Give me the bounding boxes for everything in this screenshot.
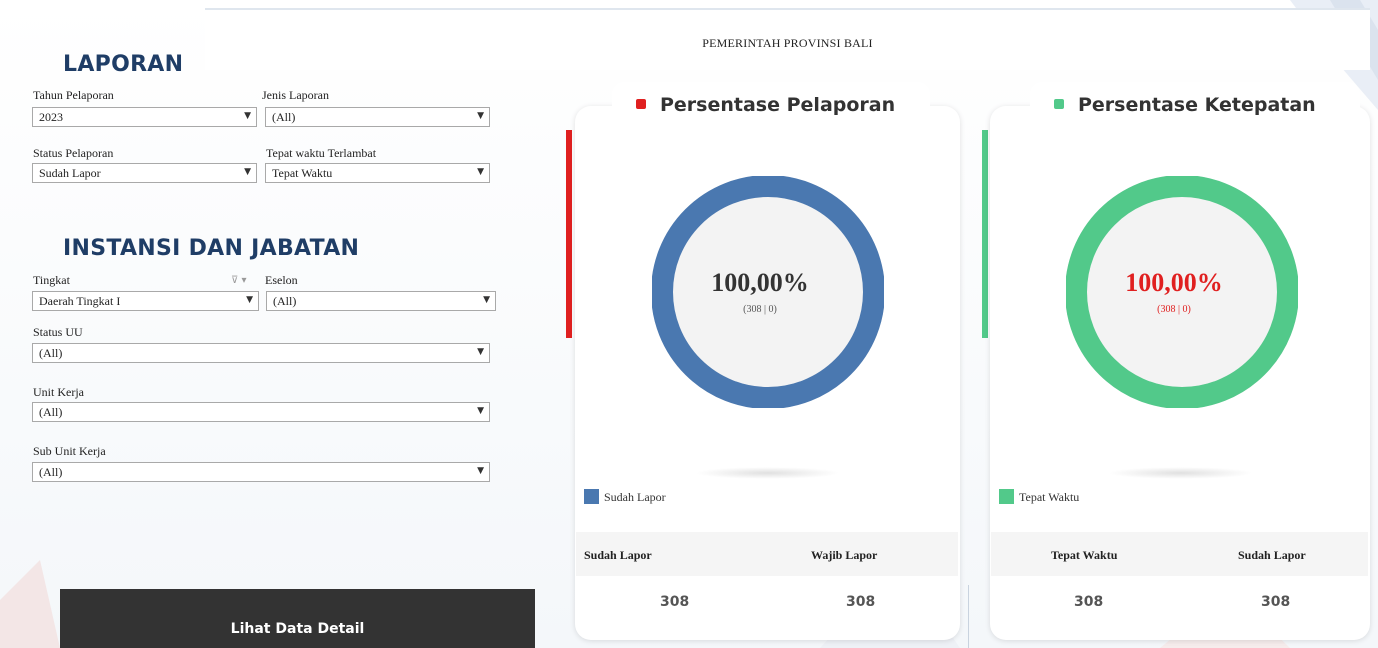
column-header: Sudah Lapor <box>1238 548 1306 562</box>
select-status-uu[interactable]: (All) ▼ <box>32 343 490 363</box>
filter-icon[interactable]: ⊽ ▾ <box>231 275 247 286</box>
status-square-icon <box>1054 99 1064 109</box>
page-title: PEMERINTAH PROVINSI BALI <box>702 36 873 50</box>
filter-label-jenis: Jenis Laporan <box>262 88 329 102</box>
select-value: (All) <box>273 294 297 308</box>
select-value: (All) <box>39 346 63 360</box>
filter-label-status-uu: Status UU <box>33 325 83 339</box>
section-title-laporan: LAPORAN <box>63 52 184 77</box>
select-value: 2023 <box>39 110 63 124</box>
select-jenis-laporan[interactable]: (All) ▼ <box>265 107 490 127</box>
select-tahun-pelaporan[interactable]: 2023 ▼ <box>32 107 257 127</box>
filter-label-tepat-waktu: Tepat waktu Terlambat <box>266 146 377 160</box>
caret-down-icon: ▼ <box>483 295 490 305</box>
filter-label-sub-unit-kerja: Sub Unit Kerja <box>33 444 106 458</box>
select-value: Sudah Lapor <box>39 166 101 180</box>
legend-item: Sudah Lapor <box>584 489 666 505</box>
legend-item: Tepat Waktu <box>999 489 1079 505</box>
select-value: (All) <box>39 465 63 479</box>
summary-table-row: 308 308 <box>991 592 1368 632</box>
status-square-icon <box>636 99 646 109</box>
select-value: (All) <box>272 110 296 124</box>
filter-label-eselon: Eselon <box>265 273 298 287</box>
divider <box>968 585 969 648</box>
summary-table-header: Tepat Waktu Sudah Lapor <box>991 532 1368 576</box>
select-value: Tepat Waktu <box>272 166 333 180</box>
caret-down-icon: ▼ <box>477 466 484 476</box>
card-title-text: Persentase Pelaporan <box>660 94 896 116</box>
summary-table-row: 308 308 <box>576 592 958 632</box>
caret-down-icon: ▼ <box>477 406 484 416</box>
column-header: Tepat Waktu <box>1051 548 1118 562</box>
filter-label-tahun: Tahun Pelaporan <box>33 88 114 102</box>
select-tingkat[interactable]: Daerah Tingkat I ▼ <box>32 291 259 311</box>
select-sub-unit-kerja[interactable]: (All) ▼ <box>32 462 490 482</box>
header-bar: PEMERINTAH PROVINSI BALI <box>205 8 1370 70</box>
caret-down-icon: ▼ <box>246 295 253 305</box>
card-accent-bar <box>566 130 572 338</box>
lihat-data-detail-button[interactable]: Lihat Data Detail <box>60 589 535 648</box>
legend-label: Sudah Lapor <box>604 490 666 504</box>
percentage-value: 100,00% <box>1125 268 1223 297</box>
select-eselon[interactable]: (All) ▼ <box>266 291 496 311</box>
section-title-instansi: INSTANSI DAN JABATAN <box>63 236 360 261</box>
table-cell: 308 <box>846 594 876 610</box>
table-cell: 308 <box>660 594 690 610</box>
filter-label-tingkat: Tingkat <box>33 273 70 287</box>
filter-label-unit-kerja: Unit Kerja <box>33 385 84 399</box>
donut-shadow <box>695 467 840 479</box>
caret-down-icon: ▼ <box>477 167 484 177</box>
filter-label-status-pelaporan: Status Pelaporan <box>33 146 114 160</box>
column-header: Sudah Lapor <box>584 548 652 562</box>
caret-down-icon: ▼ <box>477 111 484 121</box>
select-tepat-waktu[interactable]: Tepat Waktu ▼ <box>265 163 490 183</box>
summary-table-header: Sudah Lapor Wajib Lapor <box>576 532 958 576</box>
legend-swatch <box>999 489 1014 504</box>
percentage-sub: (308 | 0) <box>1157 304 1191 315</box>
select-unit-kerja[interactable]: (All) ▼ <box>32 402 490 422</box>
table-cell: 308 <box>1074 594 1104 610</box>
card-accent-bar <box>982 130 988 338</box>
card-title-persentase-pelaporan: Persentase Pelaporan <box>612 82 930 130</box>
caret-down-icon: ▼ <box>477 347 484 357</box>
donut-shadow <box>1108 467 1253 479</box>
table-cell: 308 <box>1261 594 1291 610</box>
legend-swatch <box>584 489 599 504</box>
select-value: Daerah Tingkat I <box>39 294 121 308</box>
card-title-persentase-ketepatan: Persentase Ketepatan <box>1030 82 1360 130</box>
column-header: Wajib Lapor <box>811 548 878 562</box>
percentage-value: 100,00% <box>711 268 809 297</box>
caret-down-icon: ▼ <box>244 167 251 177</box>
percentage-sub: (308 | 0) <box>743 304 777 315</box>
card-title-text: Persentase Ketepatan <box>1078 94 1316 116</box>
legend-label: Tepat Waktu <box>1019 490 1080 504</box>
select-value: (All) <box>39 405 63 419</box>
select-status-pelaporan[interactable]: Sudah Lapor ▼ <box>32 163 257 183</box>
caret-down-icon: ▼ <box>244 111 251 121</box>
